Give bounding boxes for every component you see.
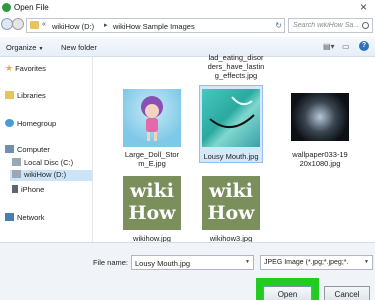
file-item[interactable]: wiki How wikihow3.jpg [195,176,267,246]
file-name: Lousy Mouth.jpg [203,152,259,161]
title-bar: Open File × [0,0,375,16]
nav-label: Homegroup [17,119,57,128]
search-input[interactable]: Search wikiHow Sa... [288,18,373,33]
drive-icon [12,158,21,166]
file-type-value: JPEG Image (*.jpg;*.jpeg;*. [264,259,349,266]
nav-label: Computer [17,145,50,154]
how-logo-text: How [128,202,176,224]
nav-label: Network [17,213,45,222]
nav-label: wikiHow (D:) [24,170,67,179]
help-icon[interactable]: ? [359,41,369,51]
file-list: lad_eating_disor ders_have_lastin g_effe… [94,53,375,243]
navigation-pane: ★ Favorites Libraries Homegroup Computer … [0,57,93,242]
file-item[interactable]: Large_Doll_Stor m_E.jpg [116,89,188,168]
organize-button[interactable]: Organize ▼ [6,43,43,52]
file-name-label: File name: [93,258,129,267]
new-folder-button[interactable]: New folder [61,43,97,52]
network-icon [5,213,14,221]
address-bar[interactable]: « wikiHow (D:) ▸ wikiHow Sample Images ↻ [26,18,285,33]
wiki-logo-text: wiki [130,180,174,202]
close-icon[interactable]: × [360,0,367,14]
view-options-icon[interactable]: ▤▾ [323,42,335,51]
toolbar: Organize ▼ New folder ▤▾ ▭ ? [0,37,375,57]
phone-icon [12,185,18,193]
file-name: Large_Doll_Stor m_E.jpg [124,150,180,168]
open-button[interactable]: Open [263,286,312,300]
organize-label: Organize [6,43,37,52]
preview-pane-icon[interactable]: ▭ [342,42,350,51]
drive-icon [12,170,21,178]
nav-item-computer[interactable]: Computer [5,145,50,154]
file-item-selected[interactable]: Lousy Mouth.jpg [195,89,267,164]
breadcrumb-drive[interactable]: wikiHow (D:) [52,22,94,31]
file-thumbnail [123,89,181,147]
file-name: wallpaper033-19 20x1080.jpg [292,150,348,168]
file-name-value: Lousy Mouth.jpg [135,259,191,268]
nav-item-favorites[interactable]: ★ Favorites [5,63,46,74]
window-title: Open File [14,3,49,12]
homegroup-icon [5,119,14,127]
file-thumbnail: wiki How [123,176,181,230]
search-placeholder: Search wikiHow Sa... [293,22,360,29]
refresh-icon[interactable]: ↻ [275,21,282,30]
forward-button[interactable] [12,18,24,30]
file-name: lad_eating_disor ders_have_lastin g_effe… [207,53,265,80]
file-name-field[interactable]: Lousy Mouth.jpg ▼ [131,255,254,270]
star-icon: ★ [5,63,14,73]
nav-label: Libraries [17,91,46,100]
nav-item-network[interactable]: Network [5,213,45,222]
doll-image [141,96,163,141]
nav-item-libraries[interactable]: Libraries [5,91,46,100]
address-row: « wikiHow (D:) ▸ wikiHow Sample Images ↻… [0,16,375,36]
chevron-down-icon[interactable]: ▼ [245,259,250,265]
app-icon [2,3,11,12]
how-logo-text: How [207,202,255,224]
nav-label: Local Disc (C:) [24,158,74,167]
file-thumbnail [291,93,349,141]
file-thumbnail [202,89,260,147]
chevron-down-icon: ▼ [38,46,44,52]
folder-icon [30,21,39,29]
bottom-panel: File name: Lousy Mouth.jpg ▼ JPEG Image … [0,242,375,300]
wiki-logo-text: wiki [209,180,253,202]
chevron-right-icon[interactable]: ▸ [104,21,108,29]
computer-icon [5,145,14,153]
nav-label: iPhone [21,185,45,194]
breadcrumb-folder[interactable]: wikiHow Sample Images [113,22,195,31]
file-item[interactable]: wiki How wikihow.jpg [116,176,188,246]
nav-item-local-disc[interactable]: Local Disc (C:) [12,158,73,167]
cancel-button[interactable]: Cancel [324,286,370,300]
search-icon [362,22,369,29]
file-type-select[interactable]: JPEG Image (*.jpg;*.jpeg;*. ▼ [260,255,373,270]
file-item[interactable]: wallpaper033-19 20x1080.jpg [284,89,356,168]
chevron-down-icon[interactable]: ▼ [364,259,369,265]
nav-item-wikihow-drive[interactable]: wikiHow (D:) [10,170,92,181]
libraries-icon [5,91,14,99]
nav-item-iphone[interactable]: iPhone [12,185,44,194]
file-thumbnail: wiki How [202,176,260,230]
mouth-image [209,96,255,128]
chevron-right-icon[interactable]: « [42,21,46,28]
nav-item-homegroup[interactable]: Homegroup [5,119,56,128]
nav-label: Favorites [15,64,46,73]
